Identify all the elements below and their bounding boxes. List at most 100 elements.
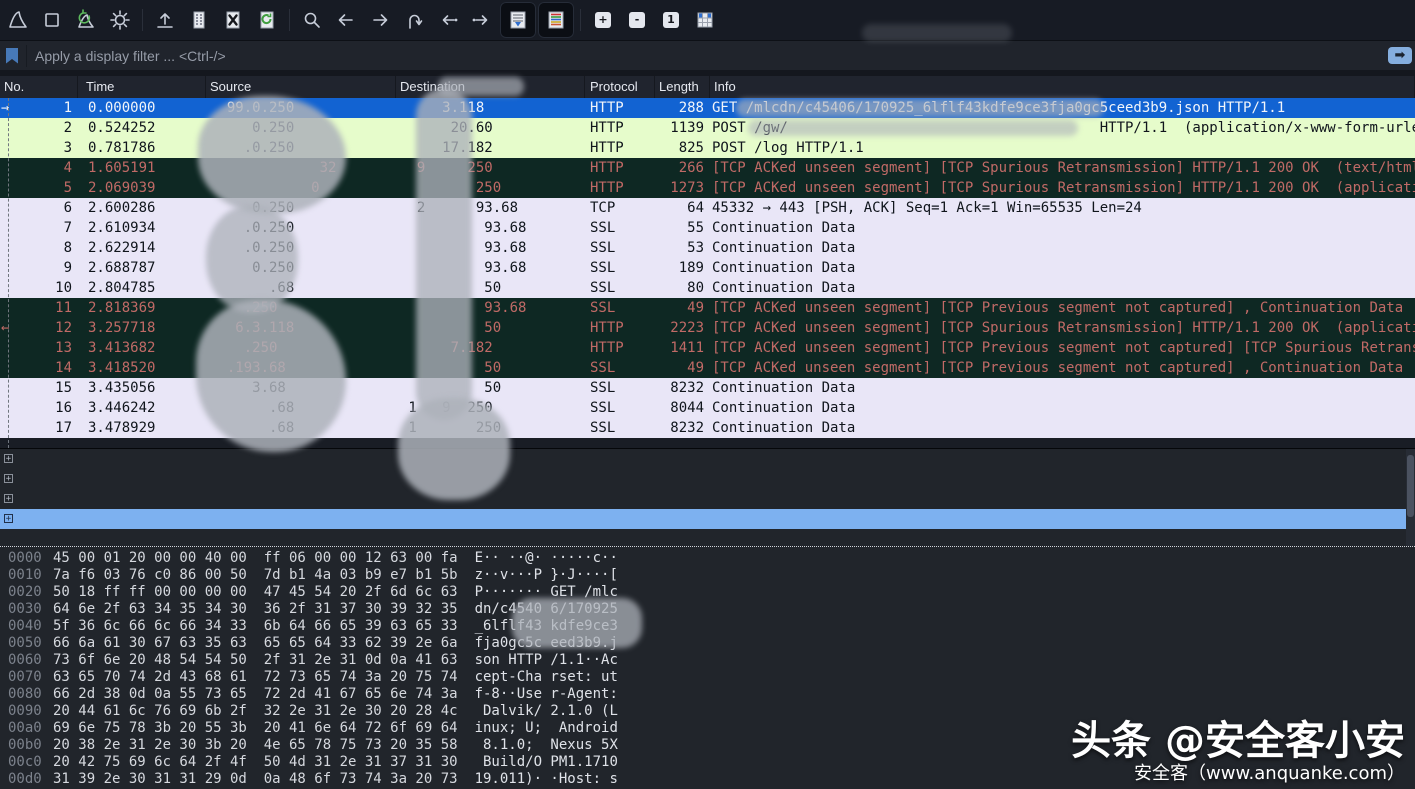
open-file-button[interactable]: [149, 4, 181, 36]
hex-row[interactable]: 0000 45 00 01 20 00 00 40 00 ff 06 00 00…: [0, 550, 1415, 567]
hex-offset: 0030: [0, 601, 50, 618]
packet-row[interactable]: 3 0.781786 .0.250 17.182 HTTP 825 POST /…: [0, 138, 1415, 158]
hex-row[interactable]: 00a0 69 6e 75 78 3b 20 55 3b 20 41 6e 64…: [0, 720, 1415, 737]
packet-row[interactable]: 13 3.413682 .250 7.182 HTTP 1411 [TCP AC…: [0, 338, 1415, 358]
packet-row[interactable]: 14 3.418520 .193.68 50 SSL 49 [TCP ACKed…: [0, 358, 1415, 378]
expand-icon[interactable]: +: [4, 474, 13, 483]
packet-row[interactable]: 16 3.446242 .68 1 9 250 SSL 8044 Continu…: [0, 398, 1415, 418]
packet-info: [TCP ACKed unseen segment] [TCP Spurious…: [710, 178, 1415, 198]
zoom-original-button[interactable]: 1: [655, 4, 687, 36]
packet-source: .68: [206, 418, 396, 438]
packet-row[interactable]: 4 1.605191 32 9 250 HTTP 266 [TCP ACKed …: [0, 158, 1415, 178]
packet-length: 1273: [655, 178, 710, 198]
packet-row[interactable]: 7 2.610934 .0.250 93.68 SSL 55 Continuat…: [0, 218, 1415, 238]
packet-list-footer: [0, 438, 1415, 448]
packet-row[interactable]: 6 2.600286 0.250 2 93.68 TCP 64 45332 → …: [0, 198, 1415, 218]
colorize-toggle[interactable]: [538, 2, 574, 38]
packet-row[interactable]: 17 3.478929 .68 1 250 SSL 8232 Continuat…: [0, 418, 1415, 438]
hex-bytes: 64 6e 2f 63 34 35 34 30 36 2f 31 37 30 3…: [53, 601, 458, 618]
packet-time: 2.688787: [78, 258, 206, 278]
column-header-protocol[interactable]: Protocol: [585, 76, 655, 98]
display-filter-input[interactable]: Apply a display filter ... <Ctrl-/>: [35, 48, 1388, 64]
hex-row[interactable]: 0010 7a f6 03 76 c0 86 00 50 7d b1 4a 03…: [0, 567, 1415, 584]
packet-row[interactable]: 11 2.818369 .250 93.68 SSL 49 [TCP ACKed…: [0, 298, 1415, 318]
details-line[interactable]: +Hypertext Transfer Protocol: [0, 509, 1415, 529]
hex-row[interactable]: 00b0 20 38 2e 31 2e 30 3b 20 4e 65 78 75…: [0, 737, 1415, 754]
details-scrollbar-thumb[interactable]: [1407, 455, 1414, 517]
packet-source: 6.3.118: [206, 318, 396, 338]
hex-bytes: 63 65 70 74 2d 43 68 61 72 73 65 74 3a 2…: [53, 669, 458, 686]
packet-info: 45332 → 443 [PSH, ACK] Seq=1 Ack=1 Win=6…: [710, 198, 1415, 218]
hex-row[interactable]: 00d0 31 39 2e 30 31 31 29 0d 0a 48 6f 73…: [0, 771, 1415, 788]
filter-bookmark-icon[interactable]: [6, 48, 18, 64]
column-header-no[interactable]: No.: [0, 76, 78, 98]
close-file-button[interactable]: [217, 4, 249, 36]
packet-row[interactable]: 5 2.069039 0 250 HTTP 1273 [TCP ACKed un…: [0, 178, 1415, 198]
packet-protocol: SSL: [585, 278, 655, 298]
packet-time: 0.524252: [78, 118, 206, 138]
start-capture-button[interactable]: [2, 4, 34, 36]
hex-row[interactable]: 0030 64 6e 2f 63 34 35 34 30 36 2f 31 37…: [0, 601, 1415, 618]
packet-protocol: SSL: [585, 398, 655, 418]
find-packet-button[interactable]: [296, 4, 328, 36]
column-header-destination[interactable]: Destination: [396, 76, 585, 98]
packet-info: GET /mlcdn/c45406/170925_6lflf43kdfe9ce3…: [710, 98, 1415, 118]
packet-row[interactable]: 15 3.435056 3.68 50 SSL 8232 Continuatio…: [0, 378, 1415, 398]
hex-row[interactable]: 0050 66 6a 61 30 67 63 35 63 65 65 64 33…: [0, 635, 1415, 652]
stop-capture-button[interactable]: [36, 4, 68, 36]
filter-divider: [26, 45, 27, 67]
one-icon: 1: [663, 12, 679, 28]
hex-row[interactable]: 0070 63 65 70 74 2d 43 68 61 72 73 65 74…: [0, 669, 1415, 686]
packet-protocol: HTTP: [585, 178, 655, 198]
zoom-in-button[interactable]: +: [587, 4, 619, 36]
hex-offset: 00b0: [0, 737, 50, 754]
save-file-button[interactable]: [183, 4, 215, 36]
packet-row[interactable]: 9 2.688787 0.250 93.68 SSL 189 Continuat…: [0, 258, 1415, 278]
hex-offset: 00a0: [0, 720, 50, 737]
toolbar-separator: [142, 9, 143, 31]
column-header-source[interactable]: Source: [206, 76, 396, 98]
column-header-time[interactable]: Time: [78, 76, 206, 98]
details-scrollbar[interactable]: [1406, 449, 1415, 546]
hex-row[interactable]: 0090 20 44 61 6c 76 69 6b 2f 32 2e 31 2e…: [0, 703, 1415, 720]
hex-row[interactable]: 0080 66 2d 38 0d 0a 55 73 65 72 2d 41 67…: [0, 686, 1415, 703]
expand-icon[interactable]: +: [4, 494, 13, 503]
column-header-info[interactable]: Info: [710, 76, 1415, 98]
hex-row[interactable]: 0040 5f 36 6c 66 6c 66 34 33 6b 64 66 65…: [0, 618, 1415, 635]
packet-time: 2.818369: [78, 298, 206, 318]
restart-capture-button[interactable]: [70, 4, 102, 36]
reload-file-button[interactable]: [251, 4, 283, 36]
packet-row[interactable]: 10 2.804785 .68 50 SSL 80 Continuation D…: [0, 278, 1415, 298]
reload-document-icon: [256, 9, 278, 31]
zoom-out-button[interactable]: -: [621, 4, 653, 36]
expand-icon[interactable]: +: [4, 514, 13, 523]
capture-options-button[interactable]: [104, 4, 136, 36]
packet-source: 0.250: [206, 198, 396, 218]
details-line[interactable]: +Frame 1: 288 bytes on wire (2304 bits),…: [0, 449, 1415, 469]
go-first-packet-button[interactable]: [432, 4, 464, 36]
packet-protocol: HTTP: [585, 318, 655, 338]
apply-filter-button[interactable]: ➡: [1388, 47, 1412, 64]
go-forward-button[interactable]: [364, 4, 396, 36]
go-last-packet-button[interactable]: [466, 4, 498, 36]
hex-row[interactable]: 00c0 20 42 75 69 6c 64 2f 4f 50 4d 31 2e…: [0, 754, 1415, 771]
hex-row[interactable]: 0020 50 18 ff ff 00 00 00 00 47 45 54 20…: [0, 584, 1415, 601]
expand-icon[interactable]: +: [4, 454, 13, 463]
column-header-length[interactable]: Length: [655, 76, 710, 98]
details-line[interactable]: +Transmission Control Protocol, Src Port…: [0, 489, 1415, 509]
resize-columns-button[interactable]: [689, 4, 721, 36]
packet-info: [TCP ACKed unseen segment] [TCP Spurious…: [710, 158, 1415, 178]
packet-row[interactable]: ←12 3.257718 6.3.118 50 HTTP 2223 [TCP A…: [0, 318, 1415, 338]
go-to-packet-button[interactable]: [398, 4, 430, 36]
packet-bytes-pane: 0000 45 00 01 20 00 00 40 00 ff 06 00 00…: [0, 546, 1415, 789]
packet-info: POST /log HTTP/1.1: [710, 138, 1415, 158]
packet-length: 55: [655, 218, 710, 238]
packet-row[interactable]: 2 0.524252 0.250 20.60 HTTP 1139 POST /g…: [0, 118, 1415, 138]
hex-row[interactable]: 0060 73 6f 6e 20 48 54 54 50 2f 31 2e 31…: [0, 652, 1415, 669]
go-back-button[interactable]: [330, 4, 362, 36]
packet-destination: 50: [396, 278, 585, 298]
packet-row[interactable]: →1 0.000000 99.0.250 3.118 HTTP 288 GET …: [0, 98, 1415, 118]
packet-row[interactable]: 8 2.622914 .0.250 93.68 SSL 53 Continuat…: [0, 238, 1415, 258]
details-line[interactable]: +Internet Protocol Version 4, Src: 18.99…: [0, 469, 1415, 489]
auto-scroll-toggle[interactable]: [500, 2, 536, 38]
